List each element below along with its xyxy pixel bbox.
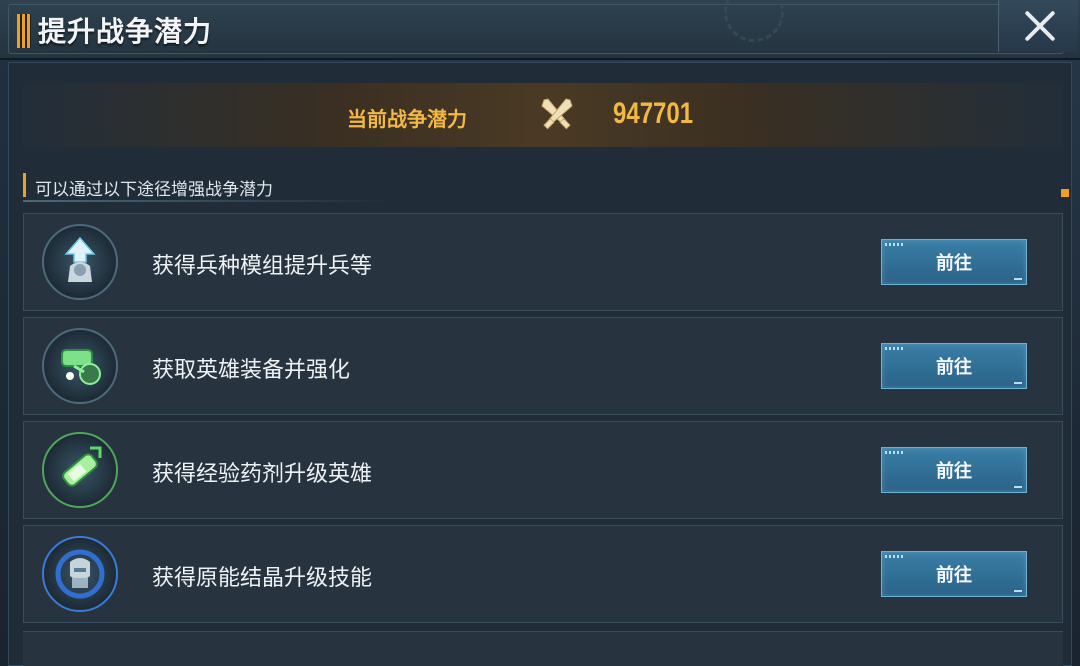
window-title: 提升战争潜力 xyxy=(38,15,213,48)
go-button[interactable]: 前往 xyxy=(881,447,1027,493)
section-accent-bar xyxy=(23,173,26,197)
exp-potion-icon xyxy=(42,432,118,508)
skill-crystal-icon xyxy=(42,536,118,612)
task-row: 获得兵种模组提升兵等 前往 xyxy=(23,213,1063,311)
main-panel: 当前战争潜力 947701 可以通过以下途径增强战争潜力 获得兵种模组提升兵等 … xyxy=(8,62,1072,666)
close-icon xyxy=(1020,7,1058,45)
section-title: 可以通过以下途径增强战争潜力 xyxy=(35,180,273,200)
task-label: 获得经验药剂升级英雄 xyxy=(152,462,373,487)
power-label: 当前战争潜力 xyxy=(347,107,467,131)
close-button[interactable] xyxy=(998,0,1078,52)
task-label: 获取英雄装备并强化 xyxy=(152,358,351,383)
task-row: 获得经验药剂升级英雄 前往 xyxy=(23,421,1063,519)
section-header: 可以通过以下途径增强战争潜力 xyxy=(23,171,1069,202)
bottom-strip xyxy=(23,631,1063,666)
power-value: 947701 xyxy=(613,97,694,130)
task-row: 获得原能结晶升级技能 前往 xyxy=(23,525,1063,623)
go-button[interactable]: 前往 xyxy=(881,343,1027,389)
task-label: 获得兵种模组提升兵等 xyxy=(152,254,373,279)
go-button[interactable]: 前往 xyxy=(881,239,1027,285)
section-divider xyxy=(23,200,393,202)
go-button[interactable]: 前往 xyxy=(881,551,1027,597)
task-label: 获得原能结晶升级技能 xyxy=(152,566,373,591)
title-bar: 提升战争潜力 xyxy=(0,0,1080,60)
section-dot xyxy=(1061,189,1069,197)
hero-equipment-icon xyxy=(42,328,118,404)
rank-up-soldier-icon xyxy=(42,224,118,300)
task-row: 获取英雄装备并强化 前往 xyxy=(23,317,1063,415)
power-banner: 当前战争潜力 947701 xyxy=(23,83,1063,147)
crossed-swords-icon xyxy=(541,98,573,130)
title-accent-bar xyxy=(17,14,31,48)
